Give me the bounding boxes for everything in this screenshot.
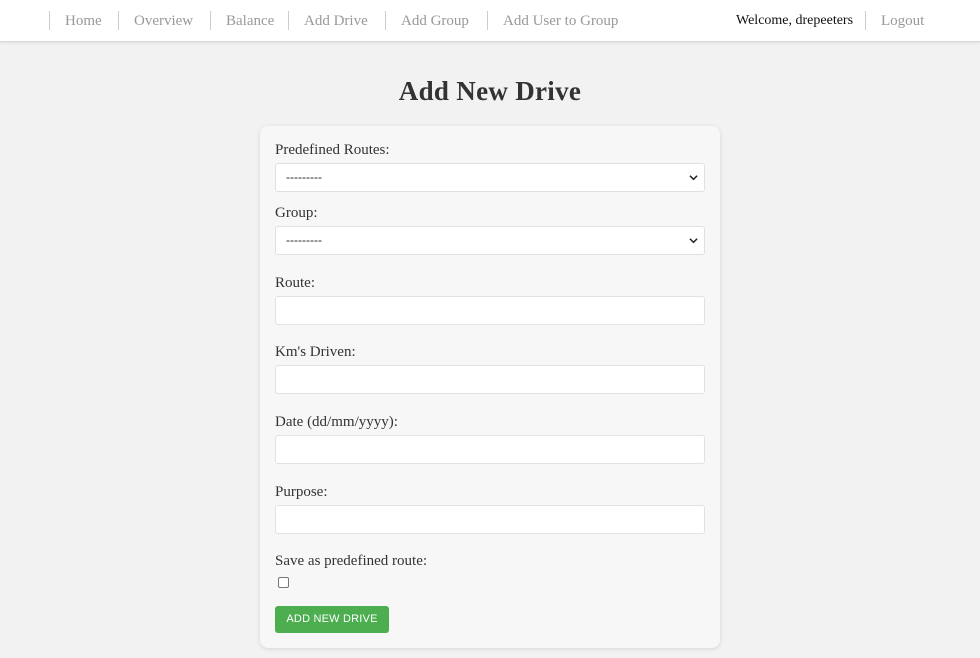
chevron-down-icon xyxy=(689,175,698,181)
date-label: Date (dd/mm/yyyy): xyxy=(275,414,398,430)
logout-link[interactable]: Logout xyxy=(881,11,924,31)
chevron-down-icon xyxy=(689,238,698,244)
group-label: Group: xyxy=(275,205,318,221)
group-select[interactable]: --------- xyxy=(275,226,705,255)
group-selected-value: --------- xyxy=(286,233,322,247)
nav-divider xyxy=(865,11,866,30)
save-predefined-route-label: Save as predefined route: xyxy=(275,553,428,569)
nav-divider xyxy=(118,11,119,30)
date-input[interactable] xyxy=(275,435,705,464)
nav-divider xyxy=(385,11,386,30)
kms-driven-input[interactable] xyxy=(275,365,705,394)
route-input[interactable] xyxy=(275,296,705,325)
nav-divider xyxy=(210,11,211,30)
nav-divider xyxy=(487,11,488,30)
purpose-label: Purpose: xyxy=(275,484,328,500)
purpose-input[interactable] xyxy=(275,505,705,534)
add-drive-form: Predefined Routes: --------- Group: ----… xyxy=(260,126,720,648)
predefined-routes-label: Predefined Routes: xyxy=(275,142,390,158)
save-predefined-route-checkbox[interactable] xyxy=(278,577,289,588)
predefined-routes-selected-value: --------- xyxy=(286,170,322,184)
nav-divider xyxy=(288,11,289,30)
nav-item-add-user-to-group[interactable]: Add User to Group xyxy=(503,11,618,31)
welcome-message: Welcome, drepeeters xyxy=(736,13,854,28)
add-new-drive-button[interactable]: ADD NEW DRIVE xyxy=(275,606,389,633)
nav-item-add-group[interactable]: Add Group xyxy=(401,11,469,31)
predefined-routes-select[interactable]: --------- xyxy=(275,163,705,192)
kms-driven-label: Km's Driven: xyxy=(275,344,356,360)
nav-item-overview[interactable]: Overview xyxy=(134,11,193,31)
nav-item-add-drive[interactable]: Add Drive xyxy=(304,11,368,31)
nav-item-home[interactable]: Home xyxy=(65,11,102,31)
route-label: Route: xyxy=(275,275,315,291)
nav-divider xyxy=(49,11,50,30)
top-navigation-bar: Home Overview Balance Add Drive Add Grou… xyxy=(0,0,980,42)
page-title: Add New Drive xyxy=(398,76,582,106)
nav-item-balance[interactable]: Balance xyxy=(226,11,274,31)
